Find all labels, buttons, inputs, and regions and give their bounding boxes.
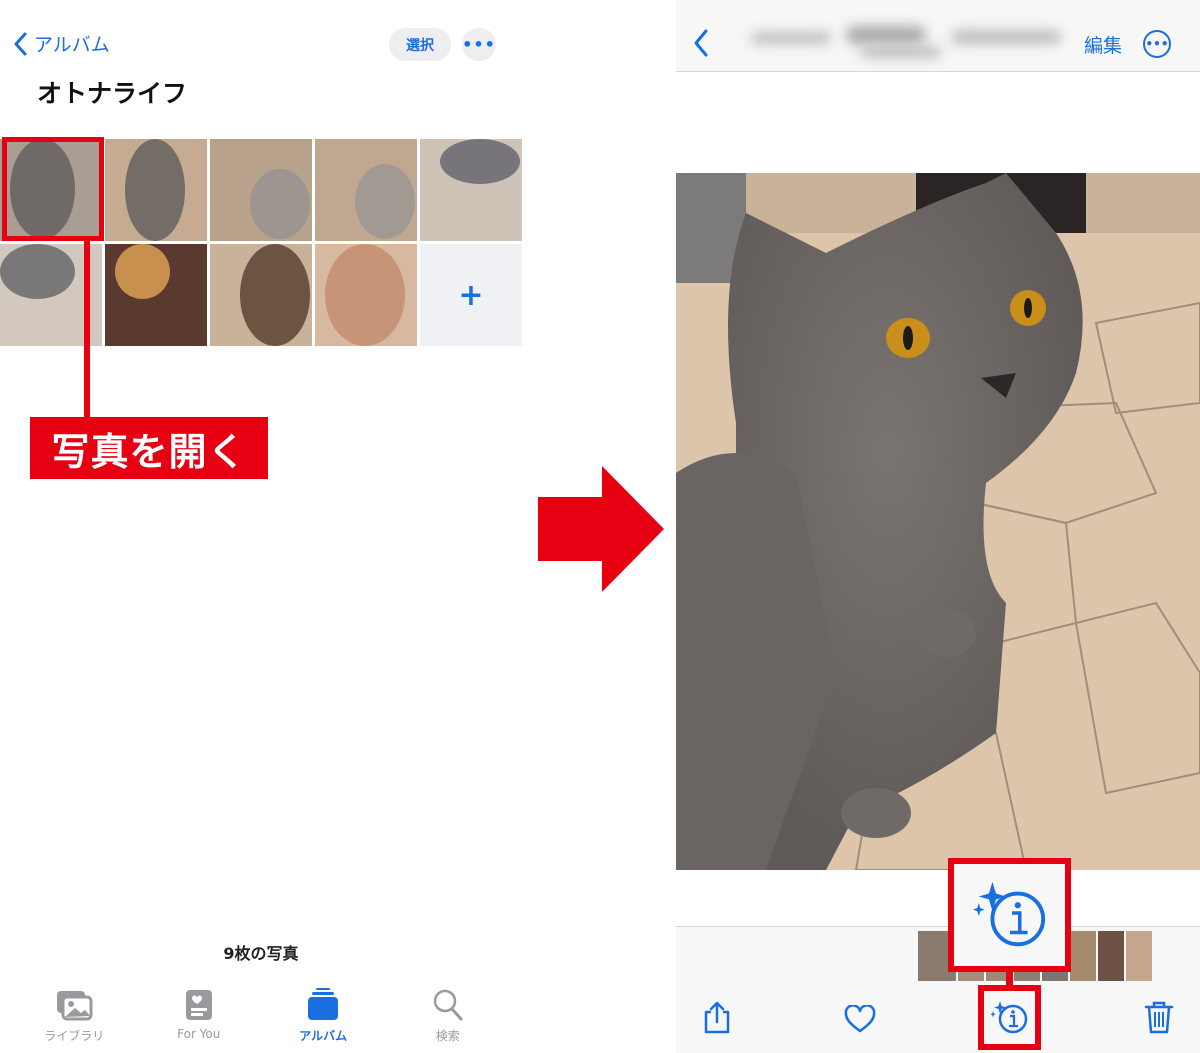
cat-figure bbox=[440, 139, 520, 184]
photo-thumbnail-orange-cat[interactable] bbox=[105, 244, 207, 346]
cat-figure bbox=[240, 244, 310, 346]
photo-viewer-screen: 編集 ••• bbox=[676, 0, 1200, 1053]
photo-thumbnail-tabby-cat[interactable] bbox=[210, 244, 312, 346]
annotation-connector-line bbox=[84, 240, 90, 418]
cat-photo[interactable] bbox=[676, 173, 1200, 870]
viewer-bottom-bar bbox=[676, 926, 1200, 1053]
thumbnail-item[interactable] bbox=[1070, 931, 1096, 981]
blurred-title bbox=[751, 22, 1071, 66]
annotation-highlight-box bbox=[978, 985, 1041, 1050]
more-options-button[interactable]: ••• bbox=[1143, 30, 1171, 58]
visual-lookup-info-icon-enlarged bbox=[972, 881, 1045, 947]
back-label: アルバム bbox=[34, 34, 110, 56]
tab-for-you[interactable]: For You bbox=[144, 985, 254, 1053]
albums-icon bbox=[308, 988, 339, 1020]
cat-figure bbox=[115, 244, 170, 299]
photo-thumbnail-gray-cat-lying[interactable] bbox=[420, 139, 522, 241]
chevron-left-icon bbox=[14, 32, 27, 55]
photo-thumbnail-cat-with-toy[interactable] bbox=[210, 139, 312, 241]
back-to-albums-button[interactable]: アルバム bbox=[14, 30, 110, 57]
cat-figure bbox=[250, 169, 310, 239]
viewer-nav-bar: 編集 ••• bbox=[676, 0, 1200, 72]
photo-thumbnail-gray-cat-back[interactable] bbox=[105, 139, 207, 241]
cat-photo-illustration bbox=[676, 173, 1200, 870]
cat-figure bbox=[325, 244, 405, 346]
more-options-button[interactable]: ••• bbox=[462, 28, 496, 61]
annotation-connector-line bbox=[1006, 971, 1013, 986]
photo-thumbnail-cat-with-toy-2[interactable] bbox=[315, 139, 417, 241]
tab-search[interactable]: 検索 bbox=[393, 985, 503, 1053]
tab-bar: ライブラリ For You アルバム 検索 bbox=[0, 985, 522, 1053]
edit-button[interactable]: 編集 bbox=[1084, 31, 1122, 58]
select-button[interactable]: 選択 bbox=[389, 28, 451, 61]
annotation-callout-open-photo: 写真を開く bbox=[30, 417, 268, 479]
tab-library[interactable]: ライブラリ bbox=[19, 985, 129, 1053]
cat-figure bbox=[355, 164, 415, 239]
heart-icon[interactable] bbox=[844, 1005, 876, 1033]
album-screen: アルバム 選択 ••• オトナライフ + 写真を開く 9枚の写真 ライブラリ F… bbox=[0, 0, 530, 1053]
share-icon[interactable] bbox=[702, 1000, 732, 1034]
cat-figure bbox=[0, 244, 75, 299]
annotation-zoomed-icon-callout bbox=[948, 858, 1071, 972]
add-photo-button[interactable]: + bbox=[420, 244, 522, 346]
photo-count: 9枚の写真 bbox=[223, 944, 299, 963]
photo-library-icon bbox=[57, 991, 93, 1021]
cat-figure bbox=[125, 139, 185, 241]
annotation-highlight-box bbox=[2, 137, 104, 241]
annotation-arrow-right-icon bbox=[538, 466, 664, 592]
tab-albums[interactable]: アルバム bbox=[268, 985, 378, 1053]
tab-for-you-label: For You bbox=[177, 1027, 221, 1041]
thumbnail-item[interactable] bbox=[1098, 931, 1124, 981]
for-you-icon bbox=[185, 990, 212, 1020]
tab-library-label: ライブラリ bbox=[44, 1029, 105, 1043]
album-title: オトナライフ bbox=[37, 79, 188, 108]
tab-albums-label: アルバム bbox=[299, 1029, 348, 1043]
back-button[interactable] bbox=[692, 28, 710, 58]
trash-icon[interactable] bbox=[1144, 1000, 1174, 1034]
thumbnail-item[interactable] bbox=[1126, 931, 1152, 981]
tab-search-label: 検索 bbox=[435, 1029, 460, 1043]
search-icon bbox=[433, 989, 463, 1021]
photo-thumbnail-orange-cat-closeup[interactable] bbox=[315, 244, 417, 346]
